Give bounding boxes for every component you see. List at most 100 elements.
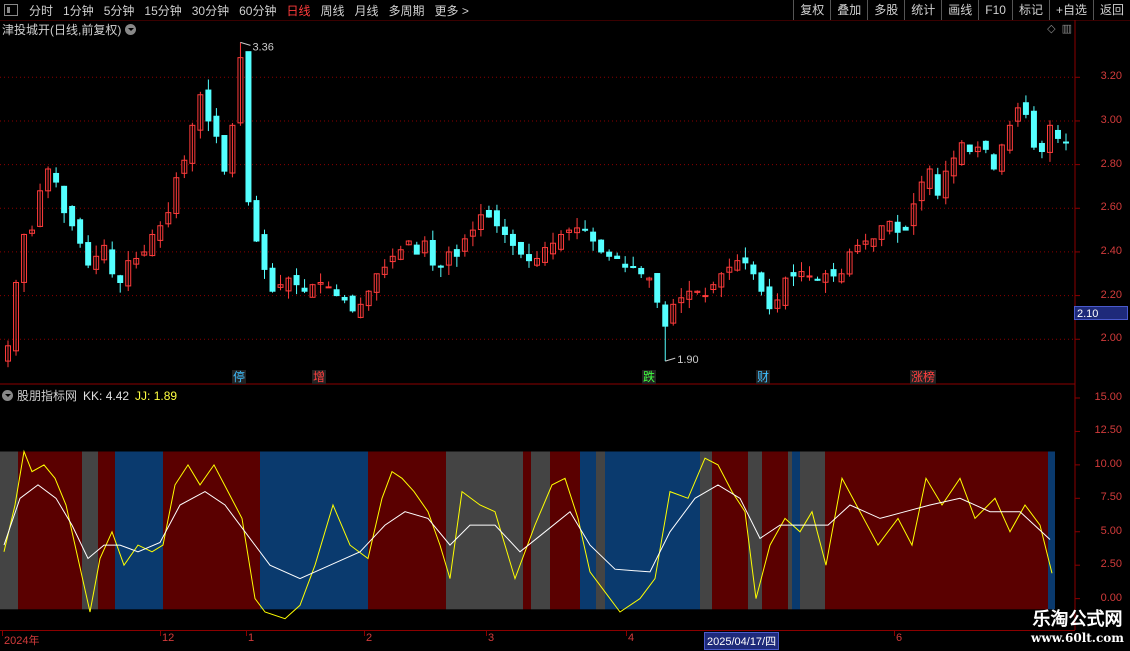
indicator-band xyxy=(580,451,596,610)
low-marker-line xyxy=(665,357,676,362)
price-label: 3.00 xyxy=(1100,113,1122,126)
candle-down xyxy=(598,239,605,253)
event-marker[interactable]: 涨榜 xyxy=(910,370,937,384)
candle-down xyxy=(253,200,260,242)
candle-down xyxy=(221,135,228,172)
date-label: 2024年 xyxy=(4,635,40,647)
candle-down xyxy=(53,172,60,183)
candle-down xyxy=(526,254,532,262)
date-label: 2 xyxy=(366,632,373,644)
indicator-band xyxy=(115,451,163,610)
event-marker[interactable]: 财 xyxy=(756,370,771,384)
indicator-label: 15.00 xyxy=(1094,391,1122,403)
candle-down xyxy=(990,154,997,170)
candle-down xyxy=(790,272,797,277)
date-tick xyxy=(364,631,365,636)
low-label: 1.90 xyxy=(677,354,698,366)
indicator-label: 2.50 xyxy=(1100,558,1122,571)
indicator-band xyxy=(712,451,748,610)
indicator-label: 5.00 xyxy=(1100,524,1122,537)
indicator-band xyxy=(700,451,712,610)
candle-down xyxy=(501,226,508,235)
candle-down xyxy=(261,234,268,270)
candle-down xyxy=(1030,110,1037,148)
date-tick xyxy=(486,631,487,636)
candle-down xyxy=(662,304,669,327)
date-label: 3 xyxy=(488,632,495,644)
watermark: 乐淘公式网 www.60lt.com xyxy=(1031,605,1124,645)
candle-down xyxy=(1022,102,1029,115)
candle-down xyxy=(902,226,909,231)
candle-down xyxy=(61,185,68,214)
candle-down xyxy=(333,289,340,297)
candle-down xyxy=(1038,142,1045,153)
candle-down xyxy=(269,267,276,292)
event-marker[interactable]: 跌 xyxy=(642,370,657,384)
date-label: 1 xyxy=(248,632,255,644)
indicator-band xyxy=(762,451,788,610)
indicator-band xyxy=(498,451,523,610)
indicator-band xyxy=(260,451,368,610)
candle-down xyxy=(293,275,300,286)
candle-down xyxy=(1054,129,1061,139)
indicator-kk: KK: 4.42 xyxy=(83,388,130,403)
date-highlight: 2025/04/17/四 xyxy=(704,632,780,650)
event-marker[interactable]: 停 xyxy=(232,370,247,384)
candle-up xyxy=(702,295,709,298)
candle-down xyxy=(750,264,757,275)
indicator-title: 股朋指标网 KK: 4.42 JJ: 1.89 xyxy=(2,387,177,404)
date-tick xyxy=(626,631,627,636)
event-marker[interactable]: 增 xyxy=(312,370,327,384)
candle-down xyxy=(630,266,637,269)
candle-down xyxy=(413,244,420,255)
indicator-jj: JJ: 1.89 xyxy=(135,388,178,403)
current-price-tag: 2.10 xyxy=(1074,306,1128,320)
candle-down xyxy=(934,174,941,196)
candle-down xyxy=(453,249,460,257)
candle-down xyxy=(301,287,308,292)
price-label: 2.20 xyxy=(1100,288,1122,301)
date-label: 6 xyxy=(896,632,903,644)
watermark-url: www.60lt.com xyxy=(1031,631,1124,645)
high-marker-line xyxy=(240,41,251,46)
candle-down xyxy=(493,210,500,227)
candle-down xyxy=(69,205,76,227)
candle-down xyxy=(437,265,444,268)
candle-down xyxy=(109,249,116,275)
date-tick xyxy=(894,631,895,636)
candle-down xyxy=(614,255,621,259)
date-tick xyxy=(160,631,161,636)
indicator-label: 10.00 xyxy=(1094,457,1122,470)
indicator-label: 7.50 xyxy=(1100,491,1122,504)
candle-down xyxy=(590,231,597,242)
indicator-label: 12.50 xyxy=(1094,424,1122,437)
candle-down xyxy=(742,257,749,264)
indicator-band xyxy=(1048,451,1055,610)
candle-down xyxy=(830,269,837,277)
candle-down xyxy=(509,233,516,246)
indicator-band xyxy=(825,451,1048,610)
price-label: 2.40 xyxy=(1100,244,1122,257)
date-label: 12 xyxy=(162,632,175,644)
candle-down xyxy=(117,275,124,283)
indicator-band xyxy=(605,451,700,610)
price-label: 2.00 xyxy=(1100,332,1122,345)
date-axis: 2025/04/17/四 2024年 12 1 2 3 4 6 xyxy=(0,630,1075,651)
price-label: 3.20 xyxy=(1100,70,1122,83)
price-label: 2.60 xyxy=(1100,201,1122,214)
candle-down xyxy=(654,273,661,303)
indicator-band xyxy=(550,451,580,610)
indicator-band xyxy=(98,451,115,610)
indicator-band xyxy=(788,451,792,610)
candle-down xyxy=(245,51,252,203)
indicator-dropdown-icon[interactable] xyxy=(2,390,13,401)
candle-down xyxy=(758,272,765,292)
candle-down xyxy=(85,242,92,266)
indicator-label: 0.00 xyxy=(1100,591,1122,604)
high-label: 3.36 xyxy=(252,41,273,53)
candle-down xyxy=(814,278,821,281)
candle-down xyxy=(582,228,589,231)
chart-canvas[interactable]: 3.36 1.90 xyxy=(0,0,1130,650)
indicator-band xyxy=(446,451,498,610)
candle-down xyxy=(485,210,492,218)
